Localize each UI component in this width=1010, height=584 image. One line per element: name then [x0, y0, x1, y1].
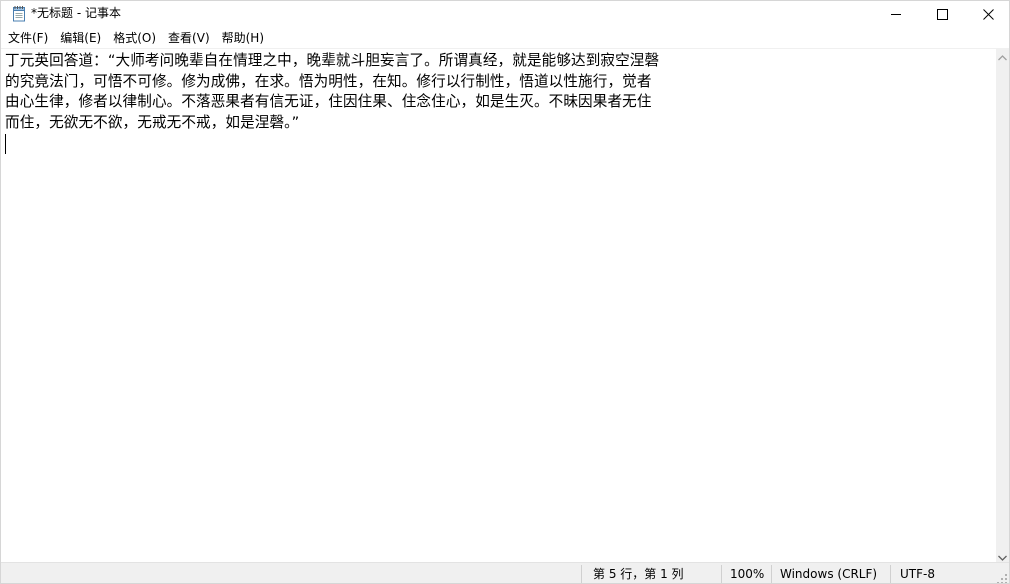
menu-edit[interactable]: 编辑(E) [54, 28, 107, 48]
vertical-scrollbar[interactable] [996, 48, 1009, 562]
menu-file[interactable]: 文件(F) [1, 28, 54, 48]
resize-grip-icon[interactable] [997, 573, 1007, 583]
status-separator [771, 565, 772, 583]
maximize-icon [936, 5, 948, 24]
status-zoom: 100% [730, 567, 765, 581]
status-line-ending: Windows (CRLF) [780, 567, 878, 581]
title-bar[interactable]: *无标题 - 记事本 [1, 1, 1009, 27]
status-separator [581, 565, 582, 583]
window-title: *无标题 - 记事本 [31, 6, 121, 20]
text-caret [5, 134, 6, 154]
close-icon [982, 5, 994, 24]
status-separator [890, 565, 891, 583]
text-editor[interactable]: 丁元英回答道：“大师考问晚辈自在情理之中，晚辈就斗胆妄言了。所谓真经，就是能够达… [1, 48, 996, 563]
status-separator [721, 565, 722, 583]
status-bar: 第 5 行，第 1 列 100% Windows (CRLF) UTF-8 [1, 562, 1009, 583]
minimize-button[interactable] [873, 1, 919, 27]
menu-bar: 文件(F) 编辑(E) 格式(O) 查看(V) 帮助(H) [1, 28, 1009, 48]
menu-help[interactable]: 帮助(H) [216, 28, 270, 48]
menu-format[interactable]: 格式(O) [107, 28, 162, 48]
menu-view[interactable]: 查看(V) [162, 28, 216, 48]
scroll-down-button[interactable] [996, 548, 1009, 562]
notepad-window: *无标题 - 记事本 文件(F) 编辑(E) 格式(O) 查看(V) 帮助(H)… [0, 0, 1010, 584]
scroll-up-arrow-icon [998, 46, 1007, 65]
scroll-up-button[interactable] [996, 48, 1009, 62]
status-encoding: UTF-8 [900, 567, 935, 581]
minimize-icon [890, 5, 902, 24]
editor-content[interactable]: 丁元英回答道：“大师考问晚辈自在情理之中，晚辈就斗胆妄言了。所谓真经，就是能够达… [5, 51, 665, 133]
close-button[interactable] [965, 1, 1009, 27]
maximize-button[interactable] [919, 1, 965, 27]
notepad-icon [11, 5, 27, 22]
status-cursor-position: 第 5 行，第 1 列 [593, 567, 684, 581]
